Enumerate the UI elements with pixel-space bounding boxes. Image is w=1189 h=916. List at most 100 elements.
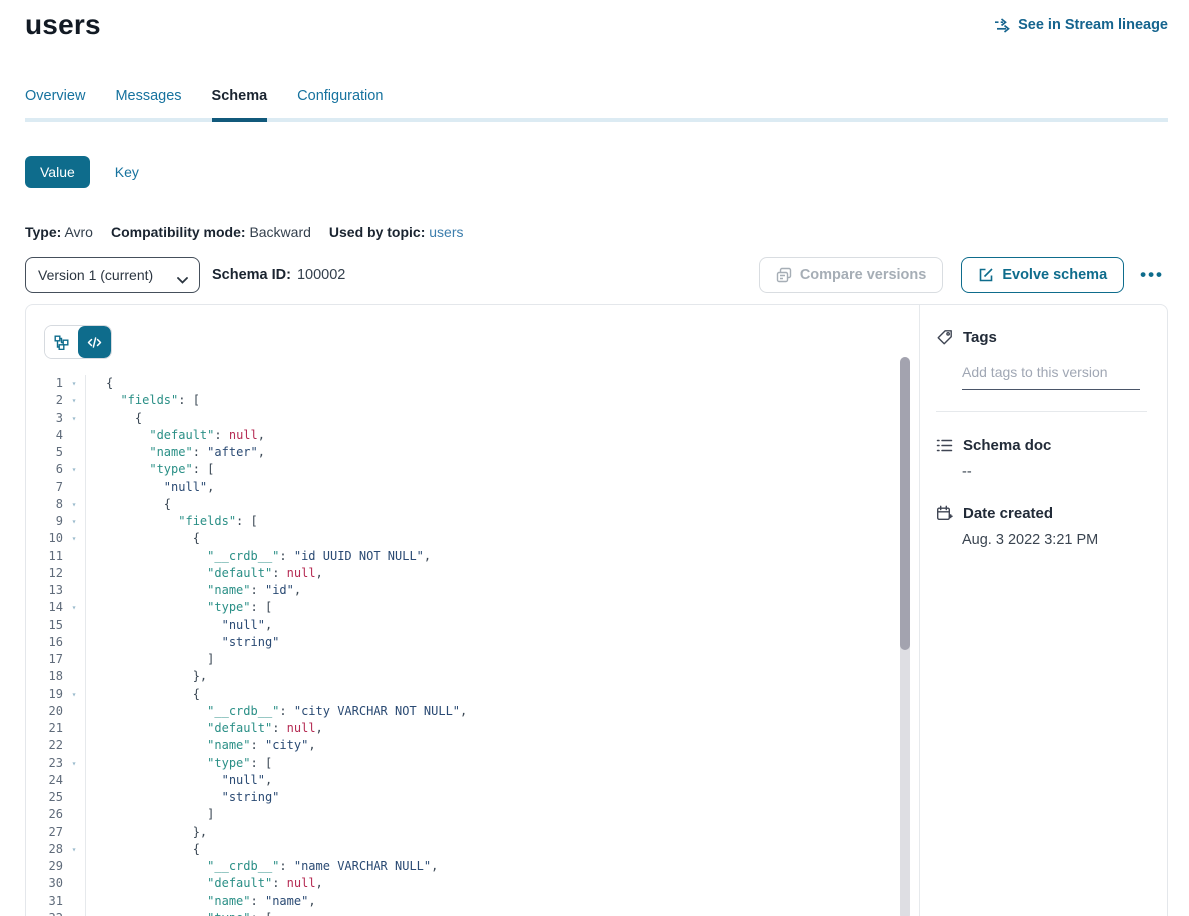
code-line: 15 "null", — [26, 617, 899, 634]
schema-editor: 1▾{2▾ "fields": [3▾ {4 "default": null,5… — [26, 305, 919, 916]
see-in-stream-lineage-link[interactable]: See in Stream lineage — [994, 17, 1168, 33]
schema-id-label: Schema ID: — [212, 267, 291, 283]
overflow-menu-button[interactable]: ••• — [1136, 261, 1168, 289]
code-line: 26 ] — [26, 806, 899, 823]
code-line: 23▾ "type": [ — [26, 755, 899, 772]
fold-toggle-icon[interactable]: ▾ — [63, 530, 85, 547]
line-number: 19 — [26, 686, 63, 703]
code-text: { — [85, 841, 899, 858]
fold-spacer — [63, 582, 85, 599]
topic-label: Used by topic: — [329, 224, 425, 240]
fold-toggle-icon[interactable]: ▾ — [63, 513, 85, 530]
fold-spacer — [63, 875, 85, 892]
code-text: { — [85, 410, 899, 427]
code-text: "string" — [85, 634, 899, 651]
line-number: 27 — [26, 824, 63, 841]
lineage-link-label: See in Stream lineage — [1018, 17, 1168, 33]
fold-spacer — [63, 427, 85, 444]
code-text: { — [85, 496, 899, 513]
schema-type: Type: Avro — [25, 224, 93, 240]
code-line: 9▾ "fields": [ — [26, 513, 899, 530]
topic-link[interactable]: users — [429, 224, 463, 240]
line-number: 23 — [26, 755, 63, 772]
code-line: 25 "string" — [26, 789, 899, 806]
code-text: "null", — [85, 479, 899, 496]
date-created-heading: Date created — [936, 505, 1147, 522]
fold-spacer — [63, 617, 85, 634]
line-number: 26 — [26, 806, 63, 823]
code-line: 32▾ "type": [ — [26, 910, 899, 916]
page-header: users See in Stream lineage — [25, 0, 1168, 41]
line-number: 31 — [26, 893, 63, 910]
page-title: users — [25, 9, 101, 41]
fold-spacer — [63, 737, 85, 754]
code-line: 21 "default": null, — [26, 720, 899, 737]
fold-toggle-icon[interactable]: ▾ — [63, 410, 85, 427]
fold-toggle-icon[interactable]: ▾ — [63, 496, 85, 513]
code-text: { — [85, 686, 899, 703]
sidebar-divider — [936, 411, 1147, 412]
schema-code-view[interactable]: 1▾{2▾ "fields": [3▾ {4 "default": null,5… — [26, 375, 899, 916]
code-line: 8▾ { — [26, 496, 899, 513]
value-toggle-button[interactable]: Value — [25, 156, 90, 188]
editor-scrollbar-thumb[interactable] — [900, 357, 910, 650]
key-toggle-button[interactable]: Key — [115, 164, 139, 180]
line-number: 10 — [26, 530, 63, 547]
line-number: 1 — [26, 375, 63, 392]
code-text: "default": null, — [85, 720, 899, 737]
tab-configuration[interactable]: Configuration — [297, 88, 383, 118]
fold-spacer — [63, 824, 85, 841]
tab-overview[interactable]: Overview — [25, 88, 85, 118]
line-number: 15 — [26, 617, 63, 634]
fold-spacer — [63, 703, 85, 720]
line-number: 8 — [26, 496, 63, 513]
fold-spacer — [63, 479, 85, 496]
version-select-wrap: Version 1 (current) — [25, 257, 200, 293]
fold-toggle-icon[interactable]: ▾ — [63, 755, 85, 772]
code-text: "__crdb__": "id UUID NOT NULL", — [85, 548, 899, 565]
code-text: ] — [85, 806, 899, 823]
code-text: "name": "city", — [85, 737, 899, 754]
evolve-schema-button[interactable]: Evolve schema — [961, 257, 1124, 293]
line-number: 21 — [26, 720, 63, 737]
tags-title: Tags — [963, 329, 997, 346]
line-number: 17 — [26, 651, 63, 668]
fold-toggle-icon[interactable]: ▾ — [63, 375, 85, 392]
tab-messages[interactable]: Messages — [115, 88, 181, 118]
fold-spacer — [63, 789, 85, 806]
code-text: "fields": [ — [85, 513, 899, 530]
fold-toggle-icon[interactable]: ▾ — [63, 686, 85, 703]
code-text: "null", — [85, 772, 899, 789]
version-select[interactable]: Version 1 (current) — [25, 257, 200, 293]
code-line: 27 }, — [26, 824, 899, 841]
line-number: 24 — [26, 772, 63, 789]
fold-spacer — [63, 634, 85, 651]
fold-toggle-icon[interactable]: ▾ — [63, 599, 85, 616]
fold-toggle-icon[interactable]: ▾ — [63, 841, 85, 858]
code-text: "default": null, — [85, 427, 899, 444]
schema-sidebar: Tags Schema doc -- — [919, 305, 1167, 916]
schema-toolbar: Version 1 (current) Schema ID: 100002 Co… — [25, 257, 1168, 293]
code-line: 11 "__crdb__": "id UUID NOT NULL", — [26, 548, 899, 565]
evolve-schema-label: Evolve schema — [1002, 267, 1107, 283]
code-line: 19▾ { — [26, 686, 899, 703]
fold-toggle-icon[interactable]: ▾ — [63, 461, 85, 478]
code-text: "type": [ — [85, 599, 899, 616]
schema-doc-title: Schema doc — [963, 437, 1051, 454]
code-line: 2▾ "fields": [ — [26, 392, 899, 409]
fold-spacer — [63, 772, 85, 789]
line-number: 4 — [26, 427, 63, 444]
fold-toggle-icon[interactable]: ▾ — [63, 392, 85, 409]
add-tags-input[interactable] — [962, 362, 1140, 390]
fold-toggle-icon[interactable]: ▾ — [63, 910, 85, 916]
line-number: 20 — [26, 703, 63, 720]
code-text: "null", — [85, 617, 899, 634]
editor-view-toggle — [44, 325, 112, 359]
tab-schema[interactable]: Schema — [212, 88, 268, 118]
tree-view-button[interactable] — [45, 326, 78, 358]
fold-spacer — [63, 893, 85, 910]
code-view-button[interactable] — [78, 326, 111, 358]
code-text: "default": null, — [85, 875, 899, 892]
fold-spacer — [63, 806, 85, 823]
compare-versions-button[interactable]: Compare versions — [759, 257, 944, 293]
